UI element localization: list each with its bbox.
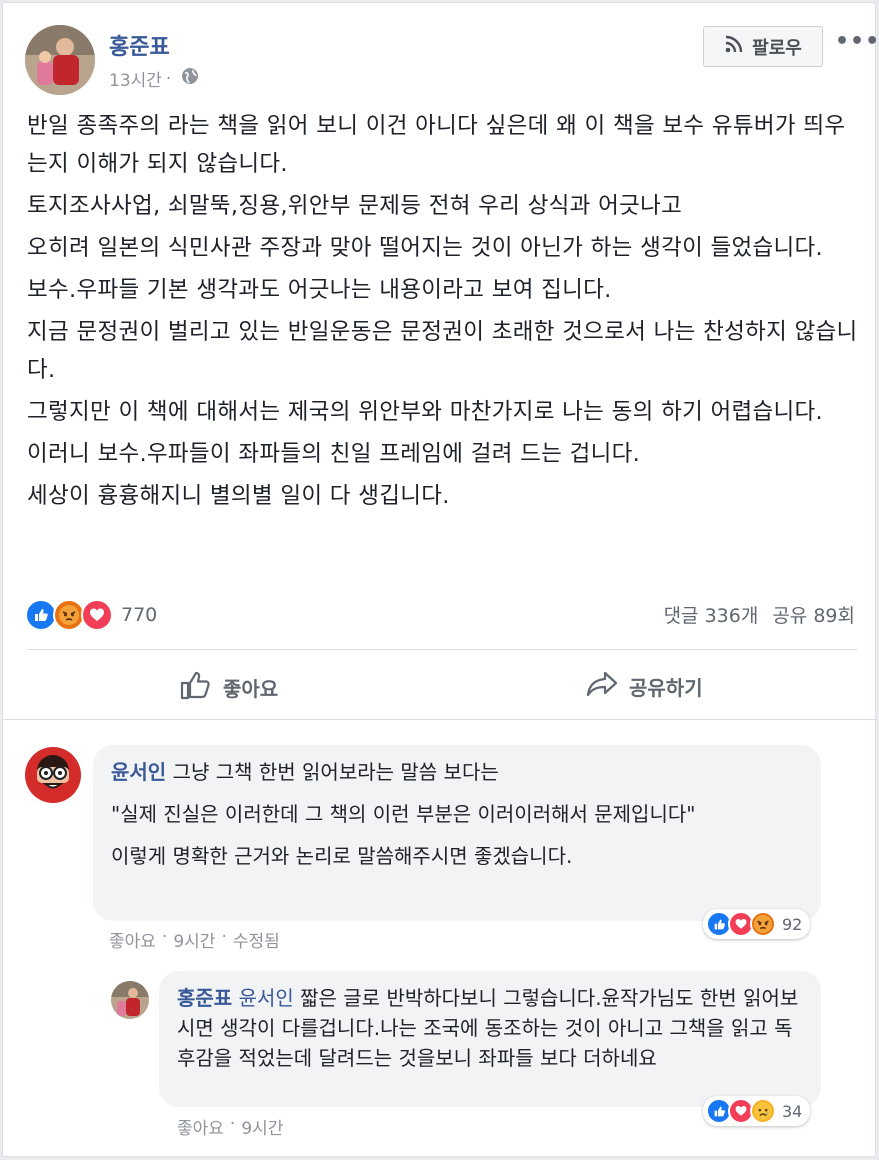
comments-count[interactable]: 댓글 336개	[664, 601, 759, 628]
post-time[interactable]: 13시간	[109, 66, 162, 91]
post-meta: 13시간 ·	[109, 66, 199, 91]
share-label: 공유하기	[629, 676, 703, 700]
post-paragraph: 그렇지만 이 책에 대해서는 제국의 위안부와 마찬가지로 나는 동의 하기 어…	[27, 399, 823, 425]
reply-reactions[interactable]: 34	[703, 1096, 811, 1126]
comment-reaction-count: 92	[782, 914, 803, 934]
shares-count[interactable]: 공유 89회	[772, 601, 855, 628]
reaction-summary[interactable]: 770	[25, 599, 157, 631]
reply-bubble: 홍준표 윤서인 짧은 글로 반박하다보니 그렇습니다.윤작가님도 한번 읽어보시…	[159, 971, 821, 1107]
meta-dot: ·	[165, 68, 172, 89]
comment-bubble: 윤서인 그냥 그책 한번 읽어보라는 말씀 보다는 "실제 진실은 이러한데 그…	[93, 745, 821, 921]
footer-dot: ·	[161, 927, 168, 947]
reaction-count: 770	[121, 604, 158, 626]
thumbs-up-icon	[179, 669, 213, 706]
sad-reaction-icon	[750, 1098, 776, 1124]
post-paragraph: 지금 문정권이 벌리고 있는 반일운동은 문정권이 초래한 것으로서 나는 찬성…	[27, 319, 858, 383]
footer-dot: ·	[221, 927, 227, 947]
share-button[interactable]: 공유하기	[585, 669, 703, 704]
globe-icon	[181, 67, 199, 90]
mention-link[interactable]: 윤서인	[239, 986, 294, 1010]
comment-text: 그냥 그책 한번 읽어보라는 말씀 보다는	[172, 760, 499, 784]
commenter-name[interactable]: 윤서인	[111, 760, 166, 784]
post-paragraph: 오히려 일본의 식민사관 주장과 맞아 떨어지는 것이 아닌가 하는 생각이 들…	[27, 235, 823, 261]
engagement-counts: 댓글 336개 공유 89회	[664, 601, 855, 628]
reply-reaction-count: 34	[782, 1101, 803, 1121]
post-body: 반일 종족주의 라는 책을 읽어 보니 이건 아니다 싶은데 왜 이 책을 보수…	[27, 107, 862, 519]
comment-time[interactable]: 9시간	[173, 927, 215, 952]
angry-reaction-icon	[750, 911, 776, 937]
rss-icon	[724, 34, 744, 59]
replier-avatar[interactable]	[111, 981, 149, 1019]
commenter-avatar[interactable]	[25, 747, 81, 803]
reply-footer: 좋아요 · 9시간	[177, 1114, 283, 1139]
like-label: 좋아요	[223, 677, 279, 701]
follow-label: 팔로우	[752, 37, 802, 59]
reply-like-link[interactable]: 좋아요	[177, 1114, 224, 1139]
divider	[27, 649, 857, 650]
share-arrow-icon	[585, 669, 619, 704]
post-card: 홍준표 13시간 · 팔로우 ••• 반일 종족주의 라는 책을 읽어 보니 이…	[2, 2, 879, 1157]
comment-text: 이렇게 명확한 근거와 논리로 말씀해주시면 좋겠습니다.	[111, 844, 573, 868]
author-name[interactable]: 홍준표	[109, 29, 170, 61]
post-paragraph: 세상이 흉흉해지니 별의별 일이 다 생깁니다.	[27, 483, 450, 509]
post-paragraph: 이러니 보수.우파들이 좌파들의 친일 프레임에 걸려 드는 겁니다.	[27, 441, 641, 467]
reply-time[interactable]: 9시간	[241, 1114, 283, 1139]
footer-dot: ·	[229, 1114, 236, 1134]
edited-label[interactable]: 수정됨	[233, 927, 280, 952]
comment-reactions[interactable]: 92	[703, 909, 811, 939]
post-paragraph: 보수.우파들 기본 생각과도 어긋나는 내용이라고 보여 집니다.	[27, 277, 612, 303]
replier-name[interactable]: 홍준표	[177, 986, 232, 1010]
comment-text: "실제 진실은 이러한데 그 책의 이런 부분은 이러이러해서 문제입니다"	[111, 802, 696, 826]
follow-button[interactable]: 팔로우	[703, 26, 823, 67]
post-paragraph: 토지조사사업, 쇠말뚝,징용,위안부 문제등 전혀 우리 상식과 어긋나고	[27, 193, 683, 219]
author-avatar[interactable]	[25, 25, 95, 95]
comment-like-link[interactable]: 좋아요	[109, 927, 156, 952]
love-reaction-icon	[81, 599, 113, 631]
comments-separator	[3, 719, 877, 720]
comment-footer: 좋아요 · 9시간 · 수정됨	[109, 927, 280, 952]
post-paragraph: 반일 종족주의 라는 책을 읽어 보니 이건 아니다 싶은데 왜 이 책을 보수…	[27, 113, 846, 177]
more-options-icon[interactable]: •••	[835, 29, 879, 54]
like-button[interactable]: 좋아요	[179, 669, 278, 706]
